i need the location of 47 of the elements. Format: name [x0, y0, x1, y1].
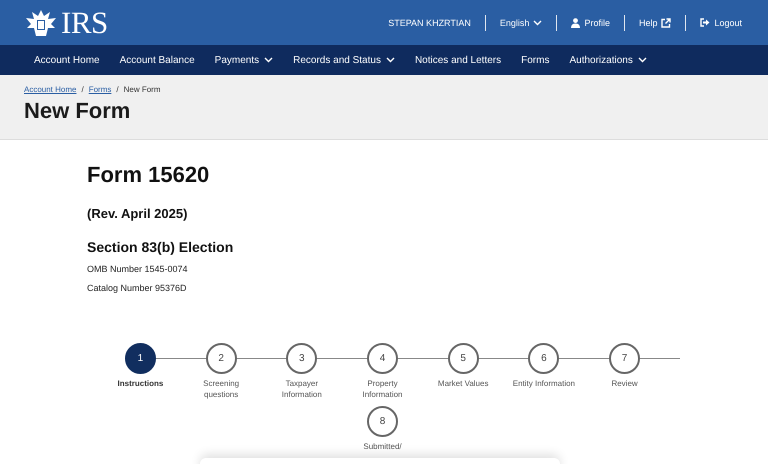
- step-label: Entity Information: [512, 379, 576, 390]
- caret-icon: [638, 57, 647, 63]
- step-label: Review: [610, 379, 639, 390]
- logo-wordmark[interactable]: IRS: [61, 7, 108, 38]
- caret-icon: [386, 57, 395, 63]
- person-icon: [571, 18, 580, 28]
- breadcrumb-link[interactable]: Account Home: [24, 85, 76, 94]
- step-label: Screening questions: [202, 379, 240, 401]
- nav-item[interactable]: Authorizations: [559, 45, 657, 75]
- step-circle[interactable]: 8: [367, 406, 398, 437]
- nav-item[interactable]: Account Home: [24, 45, 110, 75]
- nav-item[interactable]: Account Balance: [110, 45, 205, 75]
- step-circle[interactable]: 7: [609, 343, 640, 374]
- logout-link[interactable]: Logout: [700, 18, 742, 28]
- nav-item[interactable]: Notices and Letters: [404, 45, 512, 75]
- page-title: New Form: [24, 98, 132, 124]
- catalog-number: Catalog Number 95376D: [87, 283, 188, 293]
- breadcrumb-link[interactable]: Forms: [88, 85, 112, 94]
- step-label: Instructions: [116, 379, 164, 390]
- nav-item[interactable]: Payments: [204, 45, 284, 75]
- caret-icon: [533, 20, 542, 26]
- breadcrumb-separator: /: [116, 85, 119, 94]
- profile-link[interactable]: Profile: [571, 18, 610, 28]
- breadcrumb-current: New Form: [124, 85, 160, 94]
- form-revision: (Rev. April 2025): [87, 206, 188, 221]
- logout-icon: [700, 18, 710, 27]
- step-circle[interactable]: 3: [286, 343, 318, 374]
- form-title: Form 15620: [87, 162, 210, 188]
- step-label: Submitted/: [362, 442, 403, 452]
- external-link-icon: [661, 18, 672, 28]
- step-label: Market Values: [436, 379, 490, 390]
- breadcrumb-separator: /: [81, 85, 84, 94]
- nav-item[interactable]: Records and Status: [283, 45, 405, 75]
- nav-item[interactable]: Forms: [511, 45, 560, 75]
- form-subtitle: Section 83(b) Election: [87, 239, 234, 255]
- step-circle[interactable]: 4: [367, 343, 398, 374]
- omb-number: OMB Number 1545-0074: [87, 264, 189, 274]
- step-circle[interactable]: 1: [124, 343, 156, 374]
- step-label: Taxpayer Information: [280, 379, 323, 401]
- user-name: STEPAN KHZRTIAN: [388, 18, 471, 28]
- help-link[interactable]: Help: [638, 18, 672, 28]
- caret-icon: [264, 57, 274, 63]
- language-selector[interactable]: English: [500, 18, 542, 28]
- step-circle[interactable]: 2: [206, 343, 237, 374]
- step-circle[interactable]: 6: [528, 343, 560, 374]
- step-label: Property Information: [361, 379, 404, 401]
- step-circle[interactable]: 5: [448, 343, 479, 374]
